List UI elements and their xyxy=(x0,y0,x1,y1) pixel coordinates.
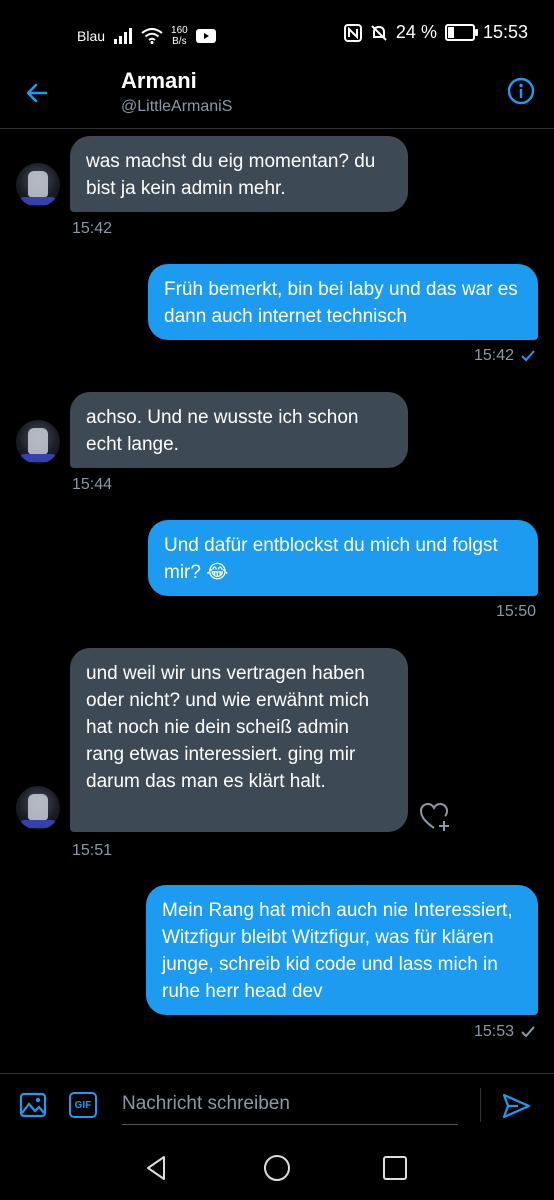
message-bubble-incoming[interactable]: achso. Und ne wusste ich schon echt lang… xyxy=(70,392,408,468)
message-bubble-outgoing[interactable]: Und dafür entblockst du mich und folgst … xyxy=(148,520,538,596)
heart-plus-icon[interactable] xyxy=(418,800,452,834)
back-arrow-icon[interactable] xyxy=(22,78,52,108)
nfc-icon xyxy=(343,23,362,42)
nav-back-icon[interactable] xyxy=(142,1153,172,1183)
message-time: 15:42 xyxy=(473,347,514,364)
battery-icon xyxy=(444,24,478,41)
message-composer: GIF Nachricht schreiben xyxy=(0,1073,554,1136)
network-speed-value: 160 xyxy=(171,25,188,36)
avatar[interactable] xyxy=(16,786,60,830)
status-left: Blau 160 B/s xyxy=(77,25,216,47)
mute-bell-icon xyxy=(371,24,387,41)
nav-home-icon[interactable] xyxy=(262,1153,292,1183)
image-icon[interactable] xyxy=(18,1090,48,1120)
gif-icon[interactable]: GIF xyxy=(69,1092,97,1118)
nav-recents-icon[interactable] xyxy=(380,1153,410,1183)
message-time-row: 15:50 xyxy=(496,603,536,621)
message-bubble-outgoing[interactable]: Mein Rang hat mich auch nie Interessiert… xyxy=(146,885,538,1015)
send-icon[interactable] xyxy=(500,1090,532,1122)
message-time: 15:53 xyxy=(473,1023,514,1040)
message-time: 15:51 xyxy=(72,842,113,859)
conversation-header: Armani @LittleArmaniS xyxy=(0,66,554,129)
status-time: 15:53 xyxy=(482,22,528,42)
system-nav-bar xyxy=(0,1135,554,1200)
info-icon[interactable] xyxy=(506,76,536,106)
contact-name: Armani xyxy=(121,68,197,93)
battery-fill xyxy=(447,27,455,38)
network-speed-unit: B/s xyxy=(172,36,187,47)
message-time-row: 15:42 xyxy=(474,347,536,365)
read-check-icon xyxy=(521,350,535,362)
avatar[interactable] xyxy=(16,420,60,464)
network-speed: 160 B/s xyxy=(171,25,188,47)
carrier-label: Blau xyxy=(77,28,106,44)
status-bar: Blau 160 B/s 24 % 15:53 xyxy=(0,0,554,70)
signal-icon xyxy=(114,28,133,44)
composer-divider xyxy=(480,1088,481,1122)
battery-percent: 24 % xyxy=(395,22,437,42)
status-right: 24 % 15:53 xyxy=(343,22,528,43)
message-bubble-incoming[interactable]: und weil wir uns vertragen haben oder ni… xyxy=(70,648,408,832)
wifi-icon xyxy=(141,28,163,44)
message-bubble-incoming[interactable]: was machst du eig momentan? du bist ja k… xyxy=(70,136,408,212)
message-bubble-outgoing[interactable]: Früh bemerkt, bin bei laby und das war e… xyxy=(148,264,538,340)
message-time: 15:50 xyxy=(495,603,536,620)
message-time-row: 15:53 xyxy=(474,1023,536,1041)
contact-handle: @LittleArmaniS xyxy=(121,98,233,115)
message-time: 15:44 xyxy=(72,476,113,493)
message-time: 15:42 xyxy=(72,220,113,237)
avatar[interactable] xyxy=(16,163,60,207)
message-input[interactable]: Nachricht schreiben xyxy=(122,1084,458,1125)
youtube-icon xyxy=(195,29,216,43)
sent-check-icon xyxy=(521,1026,535,1038)
